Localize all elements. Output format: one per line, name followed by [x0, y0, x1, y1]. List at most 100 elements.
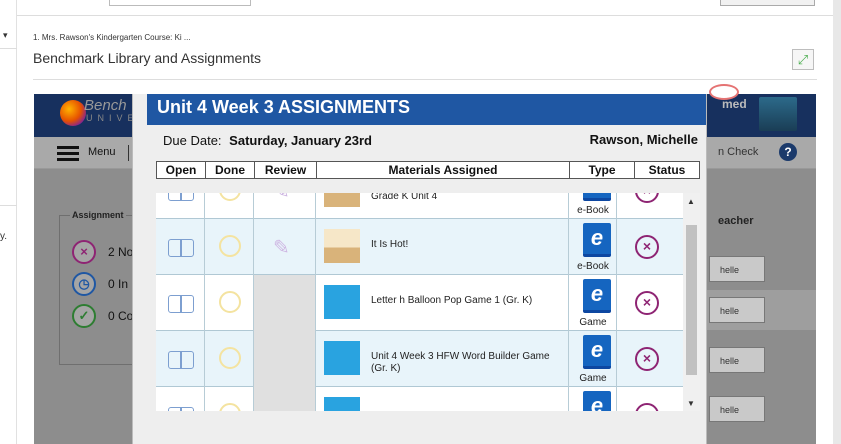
teacher-button[interactable]: helle — [709, 297, 765, 323]
status-cell: × — [617, 219, 683, 275]
due-date-label: Due Date: — [163, 133, 222, 148]
x-circle-icon: × — [72, 240, 96, 264]
scroll-down-arrow-icon[interactable]: ▼ — [687, 399, 695, 408]
open-cell — [156, 219, 205, 275]
done-circle-icon[interactable] — [219, 291, 241, 313]
done-cell — [205, 331, 254, 387]
status-text: 0 In — [108, 277, 129, 291]
not-started-x-icon: × — [635, 193, 659, 203]
assignments-box-title: Assignment — [70, 210, 126, 220]
open-book-icon[interactable] — [168, 193, 194, 201]
help-icon[interactable]: ? — [779, 143, 797, 161]
check-circle-icon: ✓ — [72, 304, 96, 328]
nav-separator — [128, 145, 129, 161]
status-in-progress: ◷ 0 In — [72, 272, 132, 296]
review-cell — [254, 331, 316, 387]
logo-subtext: UNIVE — [86, 113, 139, 123]
book-cover-thumbnail[interactable] — [324, 229, 360, 263]
scrollbar-thumb[interactable] — [686, 225, 697, 375]
done-cell — [205, 219, 254, 275]
teacher-button[interactable]: helle — [709, 396, 765, 422]
book-cover-thumbnail[interactable] — [324, 193, 360, 207]
column-header-type: Type — [570, 162, 635, 178]
column-header-status: Status — [648, 163, 686, 177]
material-cell: Letter h Balloon Pop Game 1 (Gr. K) — [316, 275, 569, 331]
teacher-heading: eacher — [718, 215, 754, 227]
truncated-text: y. — [0, 231, 8, 242]
ebook-icon[interactable]: e — [583, 223, 611, 257]
pencil-icon[interactable]: ✎ — [273, 235, 290, 260]
ebook-icon[interactable]: e — [583, 279, 611, 313]
material-title[interactable]: Grade K Unit 4 — [371, 193, 551, 203]
hamburger-menu-icon[interactable] — [57, 146, 79, 161]
teacher-button[interactable]: helle — [709, 256, 765, 282]
list-scrollbar[interactable]: ▲ ▼ — [683, 193, 700, 411]
top-input[interactable] — [109, 0, 251, 6]
clock-icon: ◷ — [72, 272, 96, 296]
status-text: 0 Co — [108, 309, 134, 323]
done-circle-icon[interactable] — [219, 347, 241, 369]
modal-title: Unit 4 Week 3 ASSIGNMENTS — [147, 94, 706, 125]
ebook-icon[interactable]: e — [583, 335, 611, 369]
game-thumbnail[interactable] — [324, 285, 360, 319]
status-cell: × — [617, 193, 683, 219]
material-cell: Grade K Unit 4 — [316, 193, 569, 219]
material-title[interactable]: It Is Hot! — [371, 239, 551, 251]
teacher-name: Rawson, Michelle — [589, 132, 698, 147]
done-circle-icon[interactable] — [219, 235, 241, 257]
material-cell: Unit 4 Week 3 HFW Word Builder Game (Gr.… — [316, 331, 569, 387]
logo-text: Bench — [84, 97, 127, 114]
game-thumbnail[interactable] — [324, 341, 360, 375]
not-started-x-icon: × — [635, 235, 659, 259]
not-started-x-icon: × — [635, 347, 659, 371]
teacher-button[interactable]: helle — [709, 347, 765, 373]
table-header: Open Done Review Materials Assigned Type… — [156, 161, 700, 179]
done-cell — [205, 275, 254, 331]
open-book-icon[interactable] — [168, 239, 194, 257]
left-sidebar-strip: ▾ y. — [0, 0, 17, 444]
material-title[interactable]: Unit 4 Week 3 HFW Word Builder Game (Gr.… — [371, 351, 551, 375]
done-circle-icon[interactable] — [219, 193, 241, 201]
menu-label[interactable]: Menu — [88, 146, 116, 158]
status-text: 2 No — [108, 245, 134, 259]
scroll-up-arrow-icon[interactable]: ▲ — [687, 197, 695, 206]
material-title[interactable]: Letter h Balloon Pop Game 1 (Gr. K) — [371, 295, 551, 307]
page-scrollbar[interactable] — [833, 0, 841, 444]
expand-icon[interactable]: ⤢ — [792, 49, 814, 70]
check-label[interactable]: n Check — [718, 146, 758, 158]
review-cell — [254, 275, 316, 331]
type-cell: e Game — [569, 331, 617, 387]
open-book-icon[interactable] — [168, 351, 194, 369]
benchmark-logo-icon — [60, 100, 86, 126]
column-header-done: Done — [206, 162, 255, 178]
status-cell: × — [617, 275, 683, 331]
status-complete: ✓ 0 Co — [72, 304, 134, 328]
user-avatar[interactable] — [759, 97, 797, 131]
notification-badge — [709, 84, 739, 100]
open-cell — [156, 331, 205, 387]
type-cell: e Game — [569, 275, 617, 331]
ebook-icon[interactable]: e — [583, 193, 611, 201]
page: ▾ y. 1. Mrs. Rawson's Kindergarten Cours… — [0, 0, 841, 444]
pencil-icon[interactable]: ✎ — [273, 193, 290, 204]
not-started-x-icon: × — [635, 291, 659, 315]
divider — [0, 205, 17, 206]
type-label: Game — [579, 317, 607, 328]
open-cell — [156, 275, 205, 331]
review-cell: ✎ — [254, 219, 316, 275]
divider — [0, 48, 17, 49]
open-book-icon[interactable] — [168, 295, 194, 313]
type-label: e-Book — [577, 205, 609, 216]
assignments-list: ✎ Grade K Unit 4 e e-Book × ✎ It Is Hot! e e-Boo… — [156, 193, 700, 444]
top-toolbar — [17, 0, 833, 16]
type-label: Game — [579, 373, 607, 384]
breadcrumb[interactable]: 1. Mrs. Rawson's Kindergarten Course: Ki… — [33, 33, 191, 42]
divider — [33, 79, 817, 80]
chevron-down-icon[interactable]: ▾ — [3, 30, 8, 41]
assignments-modal: Unit 4 Week 3 ASSIGNMENTS Due Date: Satu… — [132, 94, 707, 444]
done-cell — [205, 193, 254, 219]
type-cell: e e-Book — [569, 193, 617, 219]
top-button[interactable] — [720, 0, 815, 6]
review-cell: ✎ — [254, 193, 316, 219]
type-label: e-Book — [577, 261, 609, 272]
